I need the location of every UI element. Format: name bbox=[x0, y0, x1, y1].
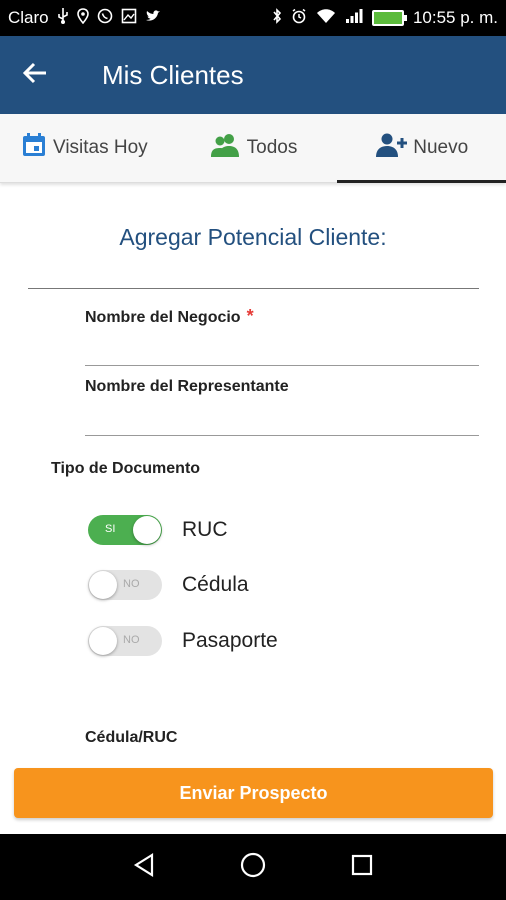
form-title: Agregar Potencial Cliente: bbox=[119, 224, 387, 250]
business-name-label-text: Nombre del Negocio bbox=[85, 309, 241, 326]
add-user-icon bbox=[375, 132, 408, 164]
carrier-label: Claro bbox=[8, 8, 49, 27]
whatsapp-icon bbox=[97, 8, 113, 28]
doc-option-pasaporte[interactable]: NO Pasaporte bbox=[88, 626, 278, 656]
document-type-label: Tipo de Documento bbox=[51, 460, 201, 477]
ruc-label: RUC bbox=[182, 518, 228, 541]
nav-recents-button[interactable] bbox=[342, 847, 382, 887]
circle-home-icon bbox=[240, 852, 266, 883]
cedula-toggle[interactable]: NO bbox=[88, 570, 162, 600]
doc-option-cedula[interactable]: NO Cédula bbox=[88, 570, 249, 600]
toggle-state-text: NO bbox=[123, 578, 140, 590]
tab-visitas-hoy[interactable]: Visitas Hoy bbox=[0, 114, 169, 182]
toggle-knob bbox=[133, 516, 161, 544]
footer: Enviar Prospecto bbox=[0, 754, 506, 834]
form-content: Agregar Potencial Cliente: Nombre del Ne… bbox=[0, 184, 506, 754]
doc-option-ruc[interactable]: SI RUC bbox=[88, 515, 228, 545]
alarm-icon bbox=[291, 8, 307, 28]
submit-prospect-button[interactable]: Enviar Prospecto bbox=[14, 768, 493, 818]
id-number-label: Cédula/RUC bbox=[85, 729, 178, 746]
system-nav-bar bbox=[0, 834, 506, 900]
tab-todos[interactable]: Todos bbox=[169, 114, 338, 182]
toggle-knob bbox=[89, 571, 117, 599]
nav-back-button[interactable] bbox=[124, 847, 164, 887]
tab-nuevo[interactable]: Nuevo bbox=[337, 114, 506, 183]
image-icon bbox=[121, 8, 137, 28]
nav-home-button[interactable] bbox=[233, 847, 273, 887]
app-bar: Mis Clientes bbox=[0, 36, 506, 114]
usb-icon bbox=[57, 8, 69, 28]
users-icon bbox=[209, 132, 241, 164]
location-icon bbox=[76, 8, 89, 28]
status-bar: Claro 10:55 p. m. bbox=[0, 0, 506, 36]
signal-icon bbox=[345, 8, 363, 28]
back-button[interactable] bbox=[0, 36, 70, 114]
divider bbox=[28, 288, 479, 289]
pasaporte-label: Pasaporte bbox=[182, 629, 278, 652]
calendar-icon bbox=[21, 132, 47, 164]
tab-label: Visitas Hoy bbox=[52, 137, 148, 158]
toggle-state-text: SI bbox=[105, 523, 116, 535]
tab-bar: Visitas Hoy Todos Nuevo bbox=[0, 114, 506, 183]
square-recents-icon bbox=[351, 854, 373, 881]
ruc-toggle[interactable]: SI bbox=[88, 515, 162, 545]
cedula-label: Cédula bbox=[182, 573, 249, 596]
tab-label: Todos bbox=[246, 137, 298, 158]
pasaporte-toggle[interactable]: NO bbox=[88, 626, 162, 656]
bluetooth-icon bbox=[272, 8, 282, 28]
battery-icon bbox=[371, 10, 407, 26]
toggle-knob bbox=[89, 627, 117, 655]
required-mark: * bbox=[246, 306, 254, 326]
page-title: Mis Clientes bbox=[102, 59, 244, 90]
clock-label: 10:55 p. m. bbox=[412, 8, 498, 27]
twitter-icon bbox=[145, 9, 161, 27]
arrow-left-icon bbox=[22, 61, 48, 90]
wifi-icon bbox=[316, 8, 336, 28]
representative-label: Nombre del Representante bbox=[85, 378, 289, 395]
toggle-state-text: NO bbox=[123, 634, 140, 646]
triangle-back-icon bbox=[133, 852, 155, 882]
business-name-label: Nombre del Negocio * bbox=[85, 306, 254, 327]
business-name-field[interactable] bbox=[85, 365, 479, 366]
representative-field[interactable] bbox=[85, 435, 479, 436]
tab-label: Nuevo bbox=[413, 137, 469, 158]
